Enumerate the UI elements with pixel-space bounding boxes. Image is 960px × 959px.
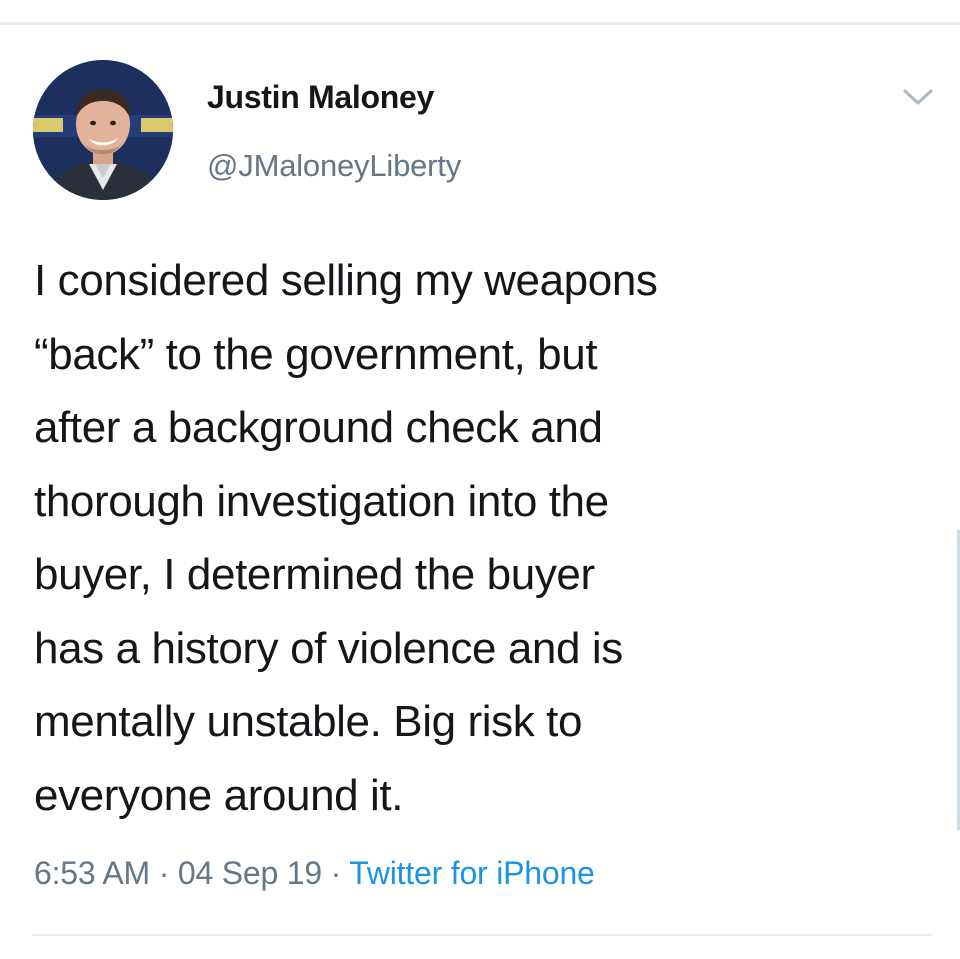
author-display-name[interactable]: Justin Maloney <box>207 79 434 116</box>
meta-separator: · <box>321 855 350 891</box>
avatar[interactable] <box>33 60 173 200</box>
top-divider <box>0 22 960 25</box>
bottom-divider <box>32 934 932 936</box>
tweet-text-line: buyer, I determined the buyer <box>34 550 595 599</box>
tweet-text-line: after a background check and <box>34 403 603 452</box>
tweet-date[interactable]: 04 Sep 19 <box>178 855 322 891</box>
tweet-menu-button[interactable] <box>900 84 936 110</box>
tweet-text-line: thorough investigation into the <box>34 476 609 526</box>
tweet-time[interactable]: 6:53 AM <box>34 855 150 891</box>
tweet-text-line: everyone around it. <box>34 770 404 820</box>
tweet-text-line: has a history of violence and is <box>34 623 623 673</box>
tweet-text-line: “back” to the government, but <box>34 329 598 379</box>
tweet-text-line: mentally unstable. Big risk to <box>34 697 583 746</box>
tweet-source-link[interactable]: Twitter for iPhone <box>349 855 595 891</box>
tweet-text-line: I considered selling my weapons <box>34 256 658 305</box>
meta-separator: · <box>150 855 178 891</box>
chevron-down-icon <box>903 89 933 105</box>
author-handle[interactable]: @JMaloneyLiberty <box>207 148 461 184</box>
profile-photo-icon <box>33 60 173 200</box>
tweet-text: I considered selling my weapons “back” t… <box>34 244 934 832</box>
tweet-meta: 6:53 AM · 04 Sep 19 · Twitter for iPhone <box>34 855 595 892</box>
